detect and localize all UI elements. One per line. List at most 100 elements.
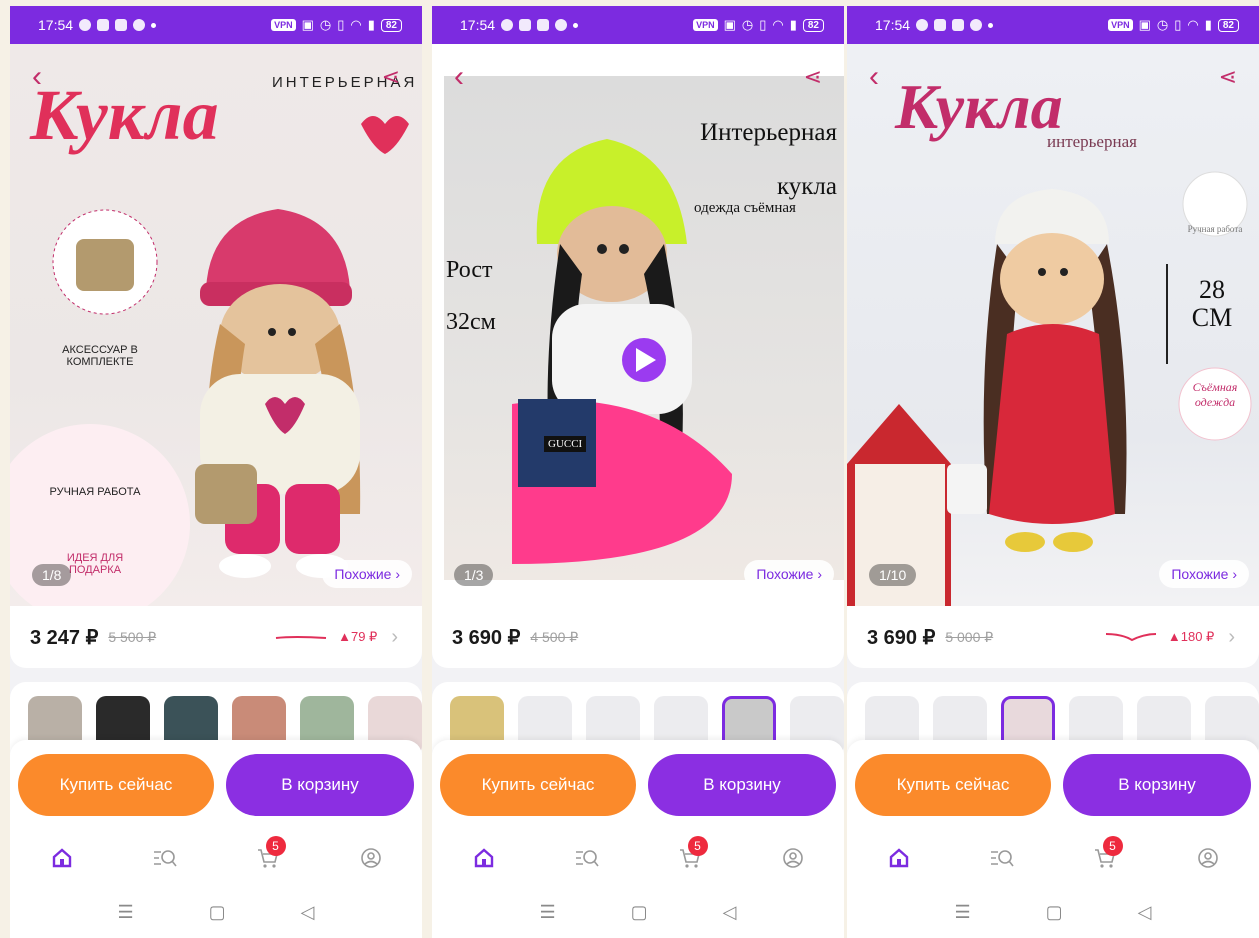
nav-profile[interactable] — [773, 838, 813, 878]
vibrate-icon: ▯ — [337, 17, 345, 32]
similar-button[interactable]: Похожие › — [322, 560, 412, 588]
vb-icon — [952, 19, 965, 31]
nav-catalog[interactable] — [145, 838, 185, 878]
signal-icon: ▮ — [789, 17, 797, 32]
handmade-badge-text: Ручная работа — [1187, 224, 1243, 234]
action-bar: Купить сейчас В корзину — [847, 740, 1259, 840]
system-back-icon[interactable]: ◁ — [723, 902, 737, 923]
system-nav: ☰ ▢ ◁ — [432, 886, 844, 938]
home-square-icon[interactable]: ▢ — [1046, 902, 1063, 923]
price-card[interactable]: 3 247 ₽ 5 500 ₽ ▲79 ₽ › — [10, 606, 422, 668]
home-square-icon[interactable]: ▢ — [209, 902, 226, 923]
home-icon — [474, 848, 493, 868]
price-current: 3 690 ₽ — [452, 626, 521, 649]
share-icon[interactable]: ⋖ — [1219, 62, 1237, 92]
image-headline: Кукла — [30, 75, 219, 155]
wifi-icon: ◠ — [350, 17, 362, 32]
back-icon[interactable]: ‹ — [32, 62, 42, 92]
bottom-nav: 5 — [847, 830, 1259, 886]
catalog-search-icon — [990, 850, 1014, 867]
notification-dot-icon — [573, 22, 579, 28]
nav-home[interactable] — [879, 838, 919, 878]
chevron-right-icon[interactable]: › — [1228, 626, 1235, 649]
action-bar: Купить сейчас В корзину — [10, 740, 422, 840]
battery-indicator: 82 — [1217, 18, 1239, 32]
home-icon — [52, 848, 71, 868]
nav-cart[interactable]: 5 — [1085, 836, 1125, 878]
wifi-icon: ◠ — [772, 17, 784, 32]
product-image[interactable]: Кукла ИНТЕРЬЕРНАЯ АКСЕССУАР В КОМПЛЕКТЕ … — [10, 44, 422, 606]
battery-indicator: 82 — [380, 18, 402, 32]
price-card[interactable]: 3 690 ₽ 4 500 ₽ — [432, 606, 844, 668]
image-counter: 1/10 — [869, 564, 917, 586]
status-bar: 17:54 VPN ▣ ◷ ▯ ◠ ▮ 82 — [847, 6, 1259, 44]
nav-home[interactable] — [42, 838, 82, 878]
vb-icon — [537, 19, 550, 31]
nav-cart[interactable]: 5 — [248, 836, 288, 878]
action-bar: Купить сейчас В корзину — [432, 740, 844, 840]
product-image[interactable]: Интерьерная кукла одежда съёмная Рост 32… — [432, 44, 844, 606]
price-current: 3 690 ₽ — [867, 626, 936, 649]
price-old: 4 500 ₽ — [530, 628, 579, 645]
image-headline: Кукла — [895, 71, 1063, 142]
nav-profile[interactable] — [351, 838, 391, 878]
bottom-nav: 5 — [432, 830, 844, 886]
similar-button[interactable]: Похожие › — [1159, 560, 1249, 588]
recent-apps-icon[interactable]: ☰ — [540, 902, 556, 923]
vibrate-icon: ▯ — [759, 17, 767, 32]
product-image[interactable]: Кукла интерьерная Ручная работа 28 СМ Съ… — [847, 44, 1259, 606]
vpn-badge: VPN — [271, 19, 296, 31]
profile-icon — [360, 848, 381, 868]
app-icon — [555, 19, 568, 31]
add-to-cart-button[interactable]: В корзину — [226, 754, 414, 816]
doll-height-label: 28 СМ — [1191, 275, 1233, 332]
signal-icon: ▮ — [367, 17, 375, 32]
nav-profile[interactable] — [1188, 838, 1228, 878]
home-icon — [889, 848, 908, 868]
bottom-nav: 5 — [10, 830, 422, 886]
add-to-cart-button[interactable]: В корзину — [1063, 754, 1251, 816]
nav-home[interactable] — [464, 838, 504, 878]
image-counter: 1/8 — [32, 564, 72, 586]
add-to-cart-button[interactable]: В корзину — [648, 754, 836, 816]
phone-screen-2: 17:54 VPN ▣ ◷ ▯ ◠ ▮ 82 Интерьерная кукла… — [432, 6, 844, 938]
phone-screen-1: 17:54 VPN ▣ ◷ ▯ ◠ ▮ 82 Кукла ИНТЕРЬЕРНАЯ… — [10, 6, 422, 938]
catalog-search-icon — [153, 850, 177, 867]
profile-icon — [1197, 848, 1218, 868]
image-subtitle: интерьерная — [1047, 132, 1137, 151]
status-time: 17:54 — [875, 17, 911, 33]
nfc-icon: ▣ — [301, 17, 314, 32]
recent-apps-icon[interactable]: ☰ — [955, 902, 971, 923]
nav-cart[interactable]: 5 — [670, 836, 710, 878]
buy-now-button[interactable]: Купить сейчас — [440, 754, 636, 816]
share-icon[interactable]: ⋖ — [382, 62, 400, 92]
share-icon[interactable]: ⋖ — [804, 62, 822, 92]
price-trend-icon — [1105, 633, 1156, 642]
buy-now-button[interactable]: Купить сейчас — [855, 754, 1051, 816]
vibrate-icon: ▯ — [1174, 17, 1182, 32]
notification-dot-icon — [988, 22, 994, 28]
app-icon — [133, 19, 146, 31]
recent-apps-icon[interactable]: ☰ — [118, 902, 134, 923]
back-icon[interactable]: ‹ — [869, 62, 879, 92]
vk-icon — [97, 19, 110, 31]
back-icon[interactable]: ‹ — [454, 62, 464, 92]
phone-screen-3: 17:54 VPN ▣ ◷ ▯ ◠ ▮ 82 Кукла интерьерная… — [847, 6, 1259, 938]
nav-catalog[interactable] — [567, 838, 607, 878]
vk-icon — [934, 19, 947, 31]
vk-icon — [519, 19, 532, 31]
similar-button[interactable]: Похожие › — [744, 560, 834, 588]
nav-catalog[interactable] — [982, 838, 1022, 878]
notification-dot-icon — [151, 22, 157, 28]
system-back-icon[interactable]: ◁ — [1138, 902, 1152, 923]
catalog-search-icon — [575, 850, 599, 867]
buy-now-button[interactable]: Купить сейчас — [18, 754, 214, 816]
system-back-icon[interactable]: ◁ — [301, 902, 315, 923]
price-card[interactable]: 3 690 ₽ 5 000 ₽ ▲180 ₽ › — [847, 606, 1259, 668]
vpn-badge: VPN — [1108, 19, 1133, 31]
clothes-badge-text: Съёмная одежда — [1192, 380, 1238, 409]
home-square-icon[interactable]: ▢ — [631, 902, 648, 923]
chevron-right-icon[interactable]: › — [391, 626, 398, 649]
alarm-icon: ◷ — [1156, 17, 1169, 32]
whatsapp-icon — [79, 19, 92, 31]
